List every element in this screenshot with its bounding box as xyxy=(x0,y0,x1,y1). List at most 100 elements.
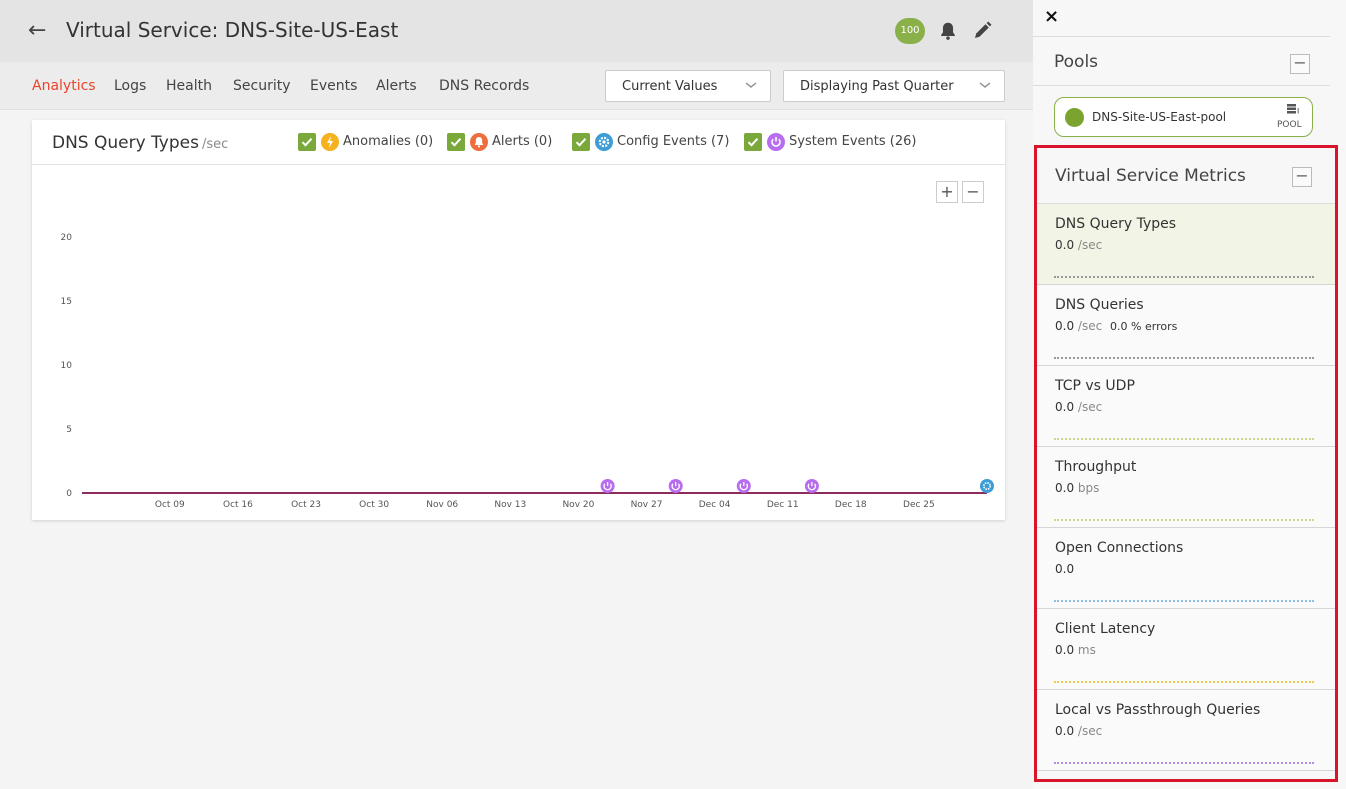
legend-system-events-label: System Events (26) xyxy=(789,134,917,149)
gear-icon xyxy=(595,133,613,151)
x-tick-label: Dec 11 xyxy=(767,500,799,510)
checkbox-checked-icon[interactable] xyxy=(744,133,762,151)
pool-health-dot xyxy=(1065,108,1084,127)
bell-icon xyxy=(470,133,488,151)
metric-value: 0.0 /sec xyxy=(1055,238,1102,252)
metric-sparkline xyxy=(1054,762,1314,764)
pool-name: DNS-Site-US-East-pool xyxy=(1092,110,1227,124)
metric-sparkline xyxy=(1054,600,1314,602)
dns-query-types-card: DNS Query Types/sec Anomalies (0) Alerts… xyxy=(32,120,1005,520)
pools-section-header: Pools − xyxy=(1033,36,1330,86)
legend-system-events[interactable]: System Events (26) xyxy=(744,133,934,153)
metric-open-connections[interactable]: Open Connections 0.0 xyxy=(1037,528,1335,609)
metric-sparkline xyxy=(1054,357,1314,359)
time-range-dropdown[interactable]: Displaying Past Quarter xyxy=(783,70,1005,102)
legend-anomalies[interactable]: Anomalies (0) xyxy=(298,133,438,153)
metric-value-number: 0.0 xyxy=(1055,319,1075,333)
values-dropdown-label: Current Values xyxy=(622,79,718,94)
health-score-badge[interactable]: 100 xyxy=(895,18,925,44)
y-tick-label: 0 xyxy=(66,489,72,499)
metric-sparkline xyxy=(1054,276,1314,278)
legend-alerts[interactable]: Alerts (0) xyxy=(447,133,567,153)
card-title: DNS Query Types/sec xyxy=(52,133,228,153)
metric-sparkline xyxy=(1054,438,1314,440)
metric-dns-queries[interactable]: DNS Queries 0.0 /sec 0.0 % errors xyxy=(1037,285,1335,366)
metric-unit: /sec xyxy=(1077,319,1103,333)
back-arrow-icon[interactable]: ← xyxy=(28,18,46,43)
metric-errors: 0.0 % errors xyxy=(1110,320,1178,333)
legend-config-events[interactable]: Config Events (7) xyxy=(572,133,742,153)
tab-bar: Analytics Logs Health Security Events Al… xyxy=(0,62,1033,110)
metric-name: Throughput xyxy=(1055,459,1137,475)
metrics-section-header: Virtual Service Metrics − xyxy=(1037,148,1335,204)
legend-anomalies-label: Anomalies (0) xyxy=(343,134,434,149)
power-icon xyxy=(767,133,785,151)
server-stack-icon xyxy=(1287,104,1299,114)
metric-unit: bps xyxy=(1077,481,1100,495)
metric-name: Local vs Passthrough Queries xyxy=(1055,702,1261,718)
x-tick-label: Dec 04 xyxy=(699,500,731,510)
metric-value: 0.0 bps xyxy=(1055,481,1099,495)
x-tick-label: Dec 18 xyxy=(835,500,867,510)
x-tick-label: Dec 25 xyxy=(903,500,935,510)
pool-link[interactable]: DNS-Site-US-East-pool POOL xyxy=(1054,97,1313,137)
metric-value: 0.0 ms xyxy=(1055,643,1096,657)
metric-local-vs-passthrough-queries[interactable]: Local vs Passthrough Queries 0.0 /sec xyxy=(1037,690,1335,771)
y-tick-label: 10 xyxy=(61,361,73,371)
values-dropdown[interactable]: Current Values xyxy=(605,70,771,102)
tab-health[interactable]: Health xyxy=(166,78,212,94)
tab-analytics[interactable]: Analytics xyxy=(32,78,96,94)
metric-sparkline xyxy=(1054,519,1314,521)
card-title-text: DNS Query Types xyxy=(52,133,199,153)
metric-value-number: 0.0 xyxy=(1055,238,1075,252)
card-header: DNS Query Types/sec Anomalies (0) Alerts… xyxy=(32,120,1005,165)
metric-unit: /sec xyxy=(1077,400,1103,414)
tab-events[interactable]: Events xyxy=(310,78,357,94)
pools-section-title: Pools xyxy=(1054,52,1099,72)
y-tick-label: 5 xyxy=(66,425,72,435)
metric-value-number: 0.0 xyxy=(1055,481,1075,495)
tab-dns-records[interactable]: DNS Records xyxy=(439,78,529,94)
chevron-down-icon xyxy=(979,82,991,88)
tab-alerts[interactable]: Alerts xyxy=(376,78,417,94)
metric-unit: /sec xyxy=(1077,724,1103,738)
metric-value: 0.0 /sec xyxy=(1055,724,1102,738)
edit-pencil-icon[interactable] xyxy=(970,19,994,43)
bell-icon[interactable] xyxy=(937,20,959,42)
metric-value: 0.0 /sec xyxy=(1055,400,1102,414)
collapse-pools-button[interactable]: − xyxy=(1290,54,1310,74)
legend-alerts-label: Alerts (0) xyxy=(492,134,553,149)
tab-logs[interactable]: Logs xyxy=(114,78,146,94)
close-icon[interactable]: × xyxy=(1044,6,1059,27)
collapse-metrics-button[interactable]: − xyxy=(1292,167,1312,187)
metric-unit: ms xyxy=(1077,643,1096,657)
metric-client-latency[interactable]: Client Latency 0.0 ms xyxy=(1037,609,1335,690)
checkbox-checked-icon[interactable] xyxy=(572,133,590,151)
metric-dns-query-types[interactable]: DNS Query Types 0.0 /sec xyxy=(1037,204,1335,285)
metric-name: Open Connections xyxy=(1055,540,1184,556)
checkbox-checked-icon[interactable] xyxy=(298,133,316,151)
metric-throughput[interactable]: Throughput 0.0 bps xyxy=(1037,447,1335,528)
time-range-dropdown-label: Displaying Past Quarter xyxy=(800,79,954,94)
right-sidebar: × Pools − DNS-Site-US-East-pool POOL Vir… xyxy=(1033,0,1346,789)
card-title-unit: /sec xyxy=(201,137,229,152)
metric-value-number: 0.0 xyxy=(1055,400,1075,414)
page-header: ← Virtual Service: DNS-Site-US-East 100 xyxy=(0,0,1033,62)
metric-name: TCP vs UDP xyxy=(1055,378,1135,394)
virtual-service-metrics-panel: Virtual Service Metrics − DNS Query Type… xyxy=(1034,145,1338,782)
metric-value: 0.0 xyxy=(1055,562,1074,576)
main-area: ← Virtual Service: DNS-Site-US-East 100 … xyxy=(0,0,1033,789)
metric-value-number: 0.0 xyxy=(1055,643,1075,657)
metric-value: 0.0 /sec 0.0 % errors xyxy=(1055,319,1177,333)
metric-value-number: 0.0 xyxy=(1055,562,1075,576)
x-tick-label: Oct 30 xyxy=(359,500,389,510)
metrics-section-title: Virtual Service Metrics xyxy=(1055,166,1246,186)
y-tick-label: 15 xyxy=(61,297,72,307)
tab-security[interactable]: Security xyxy=(233,78,291,94)
checkbox-checked-icon[interactable] xyxy=(447,133,465,151)
x-tick-label: Nov 06 xyxy=(426,500,458,510)
metric-tcp-vs-udp[interactable]: TCP vs UDP 0.0 /sec xyxy=(1037,366,1335,447)
metric-name: Client Latency xyxy=(1055,621,1156,637)
y-tick-label: 20 xyxy=(61,233,73,243)
x-tick-label: Nov 13 xyxy=(494,500,526,510)
